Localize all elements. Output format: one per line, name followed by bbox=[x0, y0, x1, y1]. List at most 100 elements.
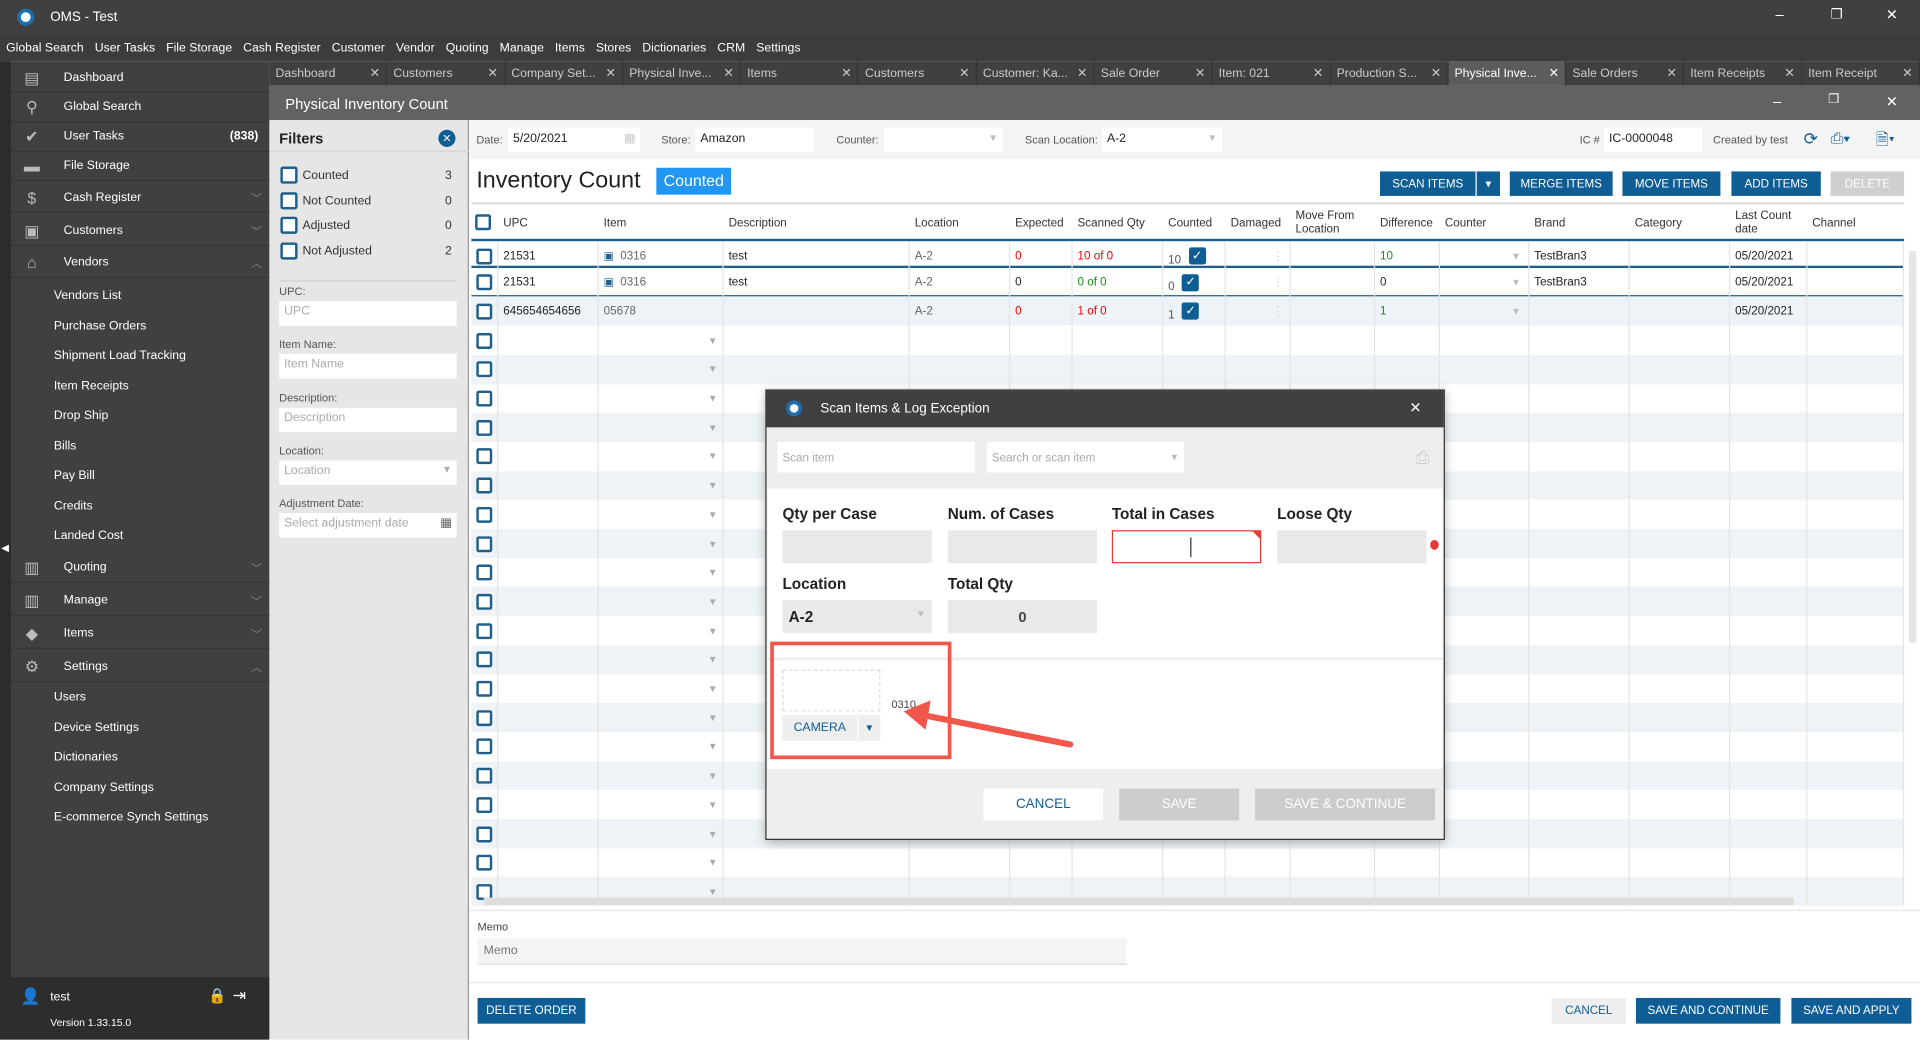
cell-desc[interactable] bbox=[724, 325, 910, 356]
cell-item[interactable]: ▼ bbox=[599, 848, 724, 878]
row-checkbox[interactable] bbox=[476, 506, 493, 523]
dialog-print-icon[interactable]: ⎙ bbox=[1416, 447, 1430, 468]
dropdown-arrow-icon[interactable]: ▼ bbox=[708, 857, 718, 868]
scan-items-button[interactable]: SCAN ITEMS bbox=[1380, 171, 1476, 196]
date-field[interactable]: 5/20/2021 ▦ bbox=[508, 127, 641, 152]
cell-upc[interactable] bbox=[498, 587, 599, 617]
dropdown-arrow-icon[interactable]: ▼ bbox=[708, 480, 718, 491]
row-checkbox[interactable] bbox=[476, 419, 493, 436]
horizontal-scrollbar[interactable] bbox=[483, 897, 1794, 905]
tab[interactable]: Items ✕ bbox=[741, 61, 859, 86]
move-items-button[interactable]: MOVE ITEMS bbox=[1622, 171, 1721, 196]
row-checkbox-cell[interactable] bbox=[471, 441, 499, 472]
counted-checkbox[interactable]: ✓ bbox=[1188, 247, 1206, 265]
sidebar-subitem[interactable]: Dictionaries bbox=[54, 751, 118, 764]
cell-channel[interactable] bbox=[1807, 528, 1905, 559]
cell-channel[interactable] bbox=[1807, 761, 1905, 791]
cell-date[interactable] bbox=[1730, 674, 1808, 704]
cell-brand[interactable] bbox=[1529, 557, 1630, 588]
row-checkbox-cell[interactable] bbox=[471, 732, 499, 762]
cell-upc[interactable] bbox=[498, 383, 599, 414]
column-header[interactable]: Counted bbox=[1163, 208, 1225, 237]
counter-dropdown-icon[interactable]: ▼ bbox=[1511, 306, 1521, 317]
cell-item[interactable]: ▼ bbox=[599, 616, 724, 646]
row-checkbox-cell[interactable] bbox=[471, 674, 499, 704]
cell-move[interactable] bbox=[1291, 325, 1376, 356]
cell-item[interactable]: ▼ bbox=[599, 587, 724, 617]
cell-upc[interactable] bbox=[498, 528, 599, 559]
cell-item[interactable]: ▼ bbox=[599, 354, 724, 385]
cell-counter[interactable] bbox=[1440, 732, 1530, 762]
cell-category[interactable] bbox=[1630, 645, 1731, 675]
cell-channel[interactable] bbox=[1807, 790, 1905, 820]
cell-item[interactable]: ▼ bbox=[599, 325, 724, 356]
cell-brand[interactable] bbox=[1529, 674, 1630, 704]
row-checkbox-cell[interactable] bbox=[471, 241, 499, 271]
sidebar-subitem[interactable]: Landed Cost bbox=[54, 529, 123, 542]
row-checkbox-cell[interactable] bbox=[471, 557, 499, 588]
table-row[interactable]: ▼ bbox=[471, 848, 1905, 878]
row-checkbox-cell[interactable] bbox=[471, 267, 499, 298]
cell-channel[interactable] bbox=[1807, 383, 1905, 414]
menu-manage[interactable]: Manage bbox=[500, 42, 544, 55]
cell-expected[interactable] bbox=[1010, 848, 1073, 878]
cell-category[interactable] bbox=[1630, 703, 1731, 733]
row-checkbox-cell[interactable] bbox=[471, 499, 499, 530]
dropdown-arrow-icon[interactable]: ▼ bbox=[708, 741, 718, 752]
column-header[interactable]: Location bbox=[910, 208, 1010, 237]
cell-category[interactable] bbox=[1630, 790, 1731, 820]
dropdown-arrow-icon[interactable]: ▼ bbox=[708, 422, 718, 433]
cell-damaged[interactable] bbox=[1226, 848, 1291, 878]
logout-icon[interactable]: ⇥ bbox=[233, 986, 246, 1006]
cancel-button[interactable]: CANCEL bbox=[1551, 997, 1627, 1024]
dropdown-arrow-icon[interactable]: ▼ bbox=[708, 567, 718, 578]
scan-location-select[interactable]: A-2 ▼ bbox=[1102, 127, 1223, 152]
merge-items-button[interactable]: MERGE ITEMS bbox=[1509, 171, 1613, 196]
sidebar-subitem[interactable]: Pay Bill bbox=[54, 469, 95, 482]
sidebar-subitem[interactable]: Credits bbox=[54, 499, 93, 512]
cell-scanned[interactable] bbox=[1073, 354, 1164, 385]
cell-desc[interactable] bbox=[724, 848, 910, 878]
scan-items-dropdown[interactable]: ▾ bbox=[1476, 171, 1501, 196]
cell-category[interactable] bbox=[1630, 587, 1731, 617]
dialog-close-button[interactable]: ✕ bbox=[1409, 399, 1421, 416]
cell-counter[interactable] bbox=[1440, 325, 1530, 356]
tab-close-icon[interactable]: ✕ bbox=[1667, 67, 1677, 80]
tab-close-icon[interactable]: ✕ bbox=[1195, 67, 1205, 80]
row-checkbox-cell[interactable] bbox=[471, 616, 499, 646]
column-header[interactable]: Difference bbox=[1375, 208, 1440, 237]
sidebar-item-quoting[interactable]: ▥ Quoting ﹀ bbox=[11, 553, 270, 583]
tab-close-icon[interactable]: ✕ bbox=[488, 67, 498, 80]
cell-channel[interactable] bbox=[1807, 877, 1905, 907]
cell-date[interactable] bbox=[1730, 819, 1808, 849]
cell-upc[interactable] bbox=[498, 732, 599, 762]
row-checkbox[interactable] bbox=[476, 303, 493, 320]
cell-counter[interactable] bbox=[1440, 645, 1530, 675]
cell-channel[interactable] bbox=[1807, 819, 1905, 849]
sidebar-subitem[interactable]: Users bbox=[54, 691, 86, 704]
qty-per-case-input[interactable] bbox=[782, 530, 932, 564]
tab-close-icon[interactable]: ✕ bbox=[1431, 67, 1441, 80]
row-checkbox-cell[interactable] bbox=[471, 819, 499, 849]
window-restore-button[interactable]: ❐ bbox=[1828, 93, 1839, 106]
sidebar-item-global-search[interactable]: ⚲ Global Search bbox=[11, 93, 270, 123]
table-row[interactable]: 645654654656 05678 A-2 0 1 of 0 1 ✓ ⋮ 1 ▼ 05/20/20… bbox=[471, 296, 1905, 327]
cell-channel[interactable] bbox=[1807, 587, 1905, 617]
sidebar-subitem[interactable]: E-commerce Synch Settings bbox=[54, 811, 208, 824]
store-field[interactable]: Amazon bbox=[695, 127, 815, 152]
dropdown-arrow-icon[interactable]: ▼ bbox=[708, 364, 718, 375]
cell-counter[interactable] bbox=[1440, 470, 1530, 501]
cell-date[interactable] bbox=[1730, 354, 1808, 385]
cell-category[interactable] bbox=[1630, 557, 1731, 588]
cell-diff[interactable] bbox=[1375, 848, 1441, 878]
filter-field-input[interactable]: Item Name bbox=[279, 354, 457, 379]
row-checkbox-cell[interactable] bbox=[471, 761, 499, 791]
cell-counter[interactable] bbox=[1440, 819, 1530, 849]
table-row[interactable]: 21531 ▣ 0316 test A-2 0 10 of 0 10 ✓ ⋮ 10 ▼ TestBran… bbox=[471, 238, 1905, 271]
cell-category[interactable] bbox=[1630, 470, 1731, 501]
cell-upc[interactable] bbox=[498, 616, 599, 646]
cell-upc[interactable] bbox=[498, 354, 599, 385]
cell-scanned[interactable] bbox=[1073, 325, 1164, 356]
dropdown-arrow-icon[interactable]: ▼ bbox=[708, 335, 718, 346]
column-header[interactable]: UPC bbox=[498, 208, 598, 237]
